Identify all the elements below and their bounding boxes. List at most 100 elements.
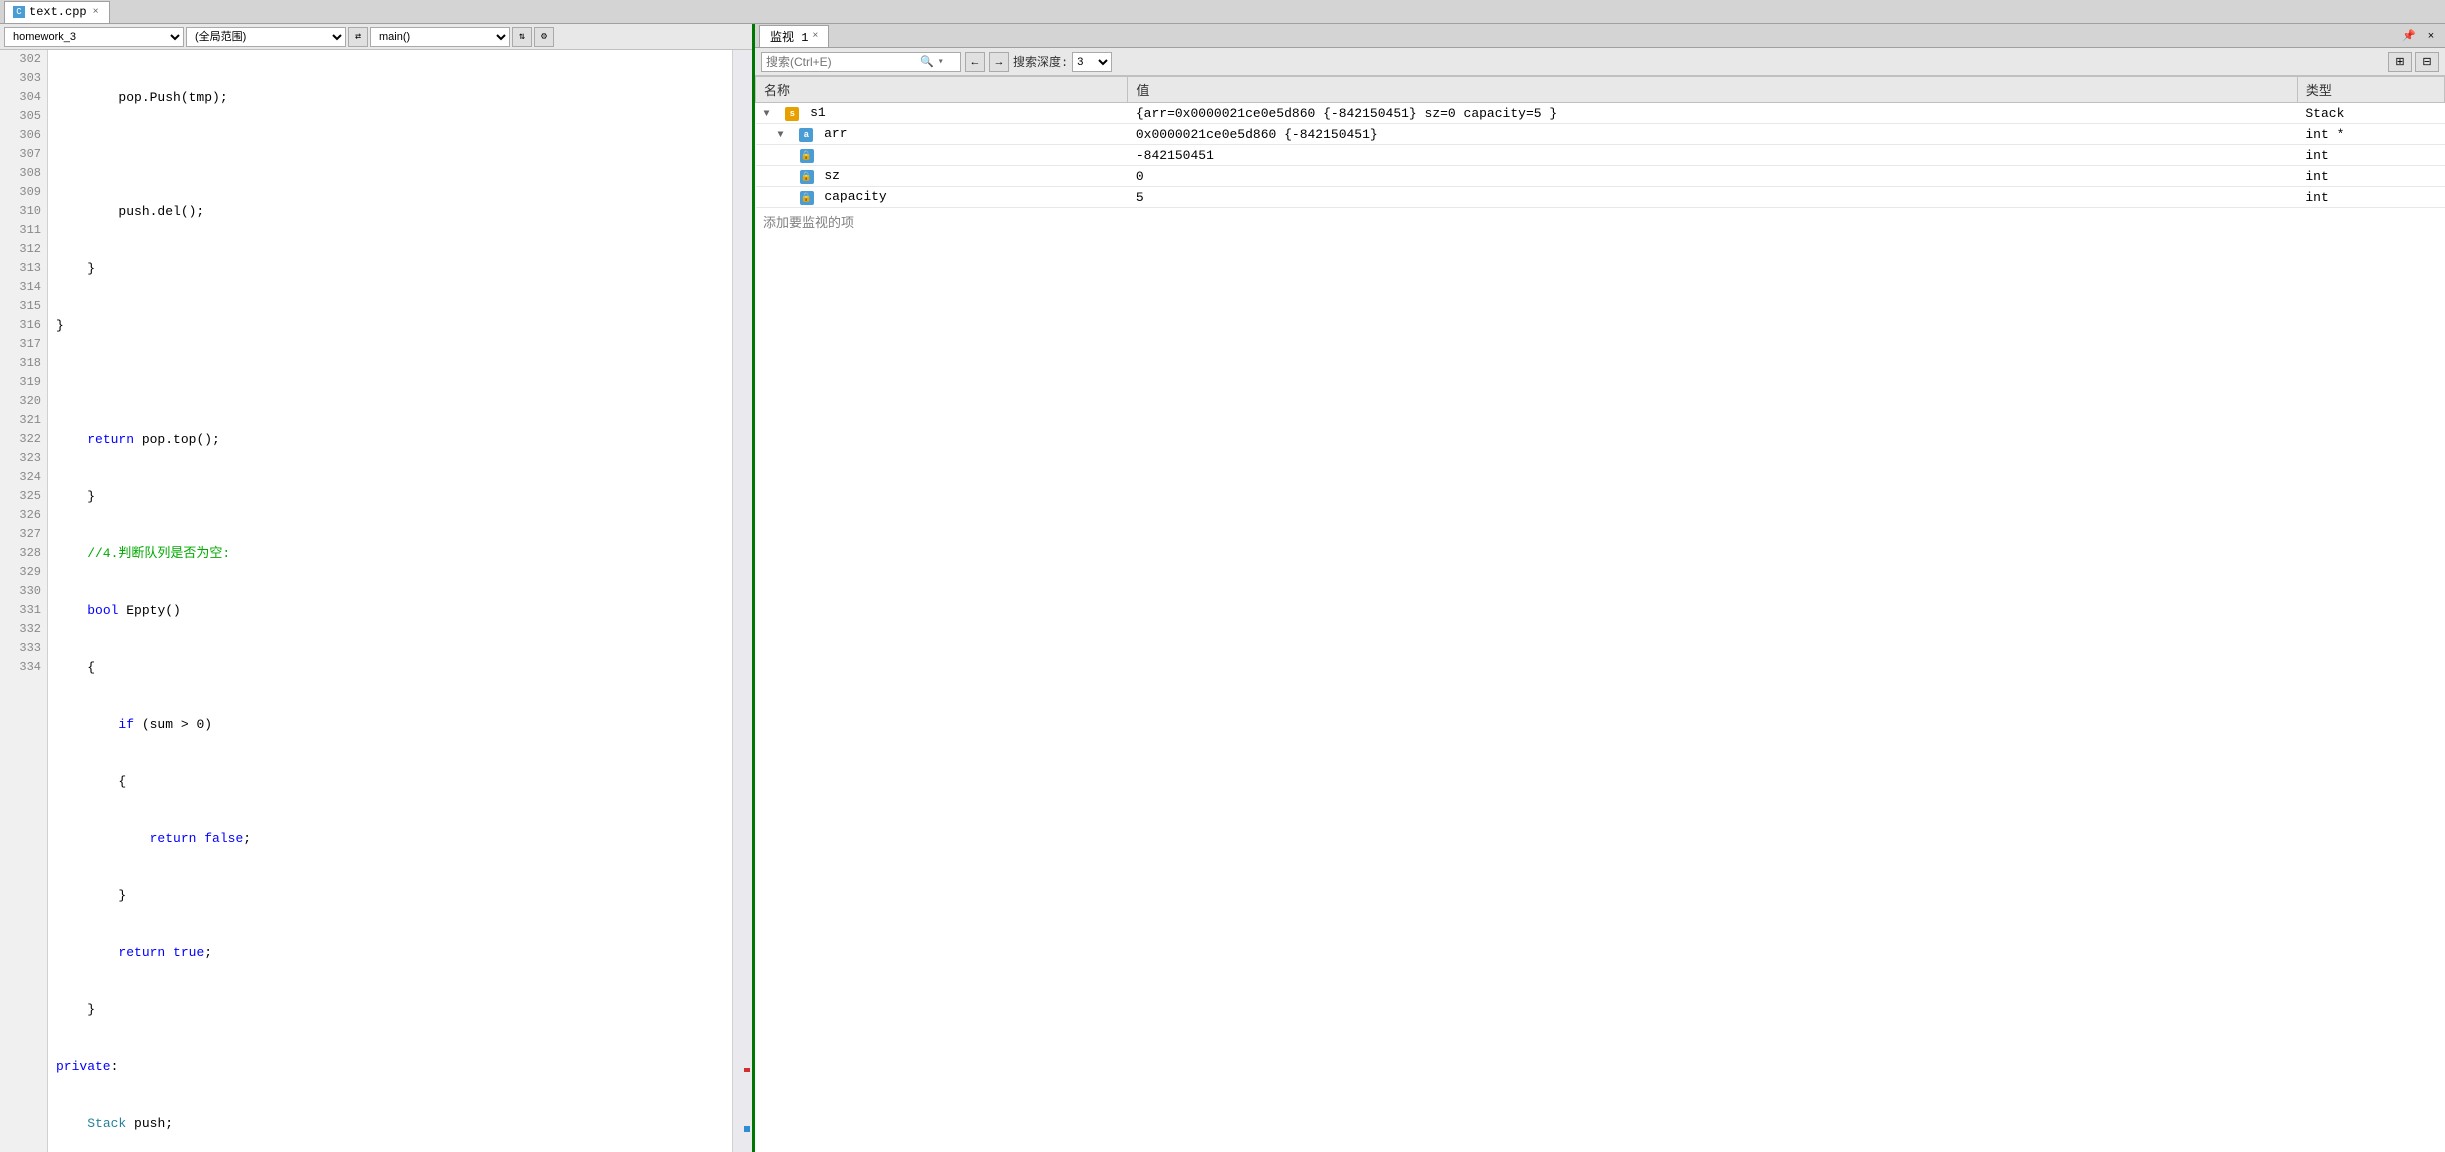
ln-307: 307 (6, 145, 41, 164)
s1-icon: s (785, 107, 799, 121)
capacity-type: int (2297, 187, 2444, 208)
scope-function-select[interactable]: main() (370, 27, 510, 47)
code-line-308: return pop.top(); (56, 430, 732, 449)
line-numbers: 302 303 304 305 306 307 308 309 310 311 … (0, 50, 48, 1152)
capacity-value: 5 (1128, 187, 2297, 208)
sz-icon: 🔒 (800, 170, 814, 184)
sync-btn[interactable]: ⇅ (512, 27, 532, 47)
ln-312: 312 (6, 240, 41, 259)
scope-arrow-btn[interactable]: ⇄ (348, 27, 368, 47)
ln-303: 303 (6, 69, 41, 88)
arr-val-value: -842150451 (1128, 145, 2297, 166)
sz-type: int (2297, 166, 2444, 187)
depth-label: 搜索深度: (1013, 53, 1068, 70)
watch-tab-close-btn[interactable]: × (812, 31, 818, 42)
search-icon[interactable]: 🔍 (920, 55, 934, 69)
ln-325: 325 (6, 487, 41, 506)
ln-311: 311 (6, 221, 41, 240)
code-line-317: return true; (56, 943, 732, 962)
editor-toolbar: homework_3 (全局范围) ⇄ main() ⇅ ⚙ (0, 24, 752, 50)
code-line-310: //4.判断队列是否为空: (56, 544, 732, 563)
watch-row-arr-val[interactable]: 🔒 -842150451 int (756, 145, 2445, 166)
code-area[interactable]: 302 303 304 305 306 307 308 309 310 311 … (0, 50, 752, 1152)
col-value: 值 (1128, 77, 2297, 103)
code-line-311: bool Eppty() (56, 601, 732, 620)
file-icon: C (13, 6, 25, 18)
editor-tab-bar: C text.cpp × (0, 0, 2445, 24)
expand-arr-btn[interactable]: ▼ (778, 130, 792, 141)
nav-back-btn[interactable]: ← (965, 52, 985, 72)
arr-val-icon: 🔒 (800, 149, 814, 163)
watch-table: 名称 值 类型 ▼ s s1 {arr=0x0000021ce0e5d860 {… (755, 76, 2445, 1152)
watch-tab-actions: 📌 × (2399, 26, 2441, 46)
ln-321: 321 (6, 411, 41, 430)
editor-panel: homework_3 (全局范围) ⇄ main() ⇅ ⚙ 302 303 3… (0, 24, 755, 1152)
watch-toolbar: 🔍 ▾ ← → 搜索深度: 3 1 2 4 5 ⊞ ⊟ (755, 48, 2445, 76)
sz-name: sz (824, 168, 840, 183)
depth-select[interactable]: 3 1 2 4 5 (1072, 52, 1112, 72)
watch-grid-btn[interactable]: ⊟ (2415, 52, 2439, 72)
ln-327: 327 (6, 525, 41, 544)
search-input[interactable] (766, 55, 916, 69)
watch-close-btn[interactable]: × (2421, 26, 2441, 46)
watch-row-arr[interactable]: ▼ a arr 0x0000021ce0e5d860 {-842150451} … (756, 124, 2445, 145)
ln-317: 317 (6, 335, 41, 354)
expand-s1-btn[interactable]: ▼ (764, 109, 778, 120)
code-line-319: private: (56, 1057, 732, 1076)
col-name: 名称 (756, 77, 1128, 103)
ln-306: 306 (6, 126, 41, 145)
ln-322: 322 (6, 430, 41, 449)
tab-text-cpp[interactable]: C text.cpp × (4, 1, 110, 23)
ln-328: 328 (6, 544, 41, 563)
search-box: 🔍 ▾ (761, 52, 961, 72)
search-dropdown-btn[interactable]: ▾ (938, 56, 944, 68)
s1-name: s1 (810, 105, 826, 120)
main-container: homework_3 (全局范围) ⇄ main() ⇅ ⚙ 302 303 3… (0, 24, 2445, 1152)
code-line-312: { (56, 658, 732, 677)
code-line-320: Stack push; (56, 1114, 732, 1133)
s1-value: {arr=0x0000021ce0e5d860 {-842150451} sz=… (1128, 103, 2297, 124)
sz-value: 0 (1128, 166, 2297, 187)
ln-316: 316 (6, 316, 41, 335)
ln-324: 324 (6, 468, 41, 487)
tab-close-btn[interactable]: × (91, 7, 101, 18)
watch-tab-1[interactable]: 监视 1 × (759, 25, 829, 47)
watch-tab-bar: 监视 1 × 📌 × (755, 24, 2445, 48)
watch-pin-btn[interactable]: 📌 (2399, 26, 2419, 46)
ln-314: 314 (6, 278, 41, 297)
watch-row-capacity[interactable]: 🔒 capacity 5 int (756, 187, 2445, 208)
code-line-315: return false; (56, 829, 732, 848)
ln-329: 329 (6, 563, 41, 582)
tab-label: text.cpp (29, 5, 87, 19)
scroll-marker-current (744, 1126, 750, 1132)
scope-project-select[interactable]: homework_3 (4, 27, 184, 47)
watch-row-sz[interactable]: 🔒 sz 0 int (756, 166, 2445, 187)
code-line-303 (56, 145, 732, 164)
watch-row-s1[interactable]: ▼ s s1 {arr=0x0000021ce0e5d860 {-8421504… (756, 103, 2445, 124)
scope-global-select[interactable]: (全局范围) (186, 27, 346, 47)
ln-309: 309 (6, 183, 41, 202)
ln-305: 305 (6, 107, 41, 126)
scroll-marker-breakpoint (744, 1068, 750, 1072)
arr-value: 0x0000021ce0e5d860 {-842150451} (1128, 124, 2297, 145)
code-line-313: if (sum > 0) (56, 715, 732, 734)
watch-tab-label: 监视 1 (770, 28, 808, 45)
ln-331: 331 (6, 601, 41, 620)
ln-334: 334 (6, 658, 41, 677)
ln-319: 319 (6, 373, 41, 392)
add-watch-label[interactable]: 添加要监视的项 (755, 208, 2445, 235)
arr-name: arr (824, 126, 847, 141)
code-line-305: } (56, 259, 732, 278)
watch-col-btn[interactable]: ⊞ (2388, 52, 2412, 72)
code-content[interactable]: pop.Push(tmp); push.del(); } } return po… (48, 50, 732, 1152)
code-line-309: } (56, 487, 732, 506)
code-line-306: } (56, 316, 732, 335)
watch-toolbar-icons: ⊞ ⊟ (2388, 52, 2439, 72)
ln-315: 315 (6, 297, 41, 316)
ln-308: 308 (6, 164, 41, 183)
settings-btn[interactable]: ⚙ (534, 27, 554, 47)
minimap-area[interactable] (732, 50, 752, 1152)
ln-330: 330 (6, 582, 41, 601)
nav-forward-btn[interactable]: → (989, 52, 1009, 72)
ln-304: 304 (6, 88, 41, 107)
